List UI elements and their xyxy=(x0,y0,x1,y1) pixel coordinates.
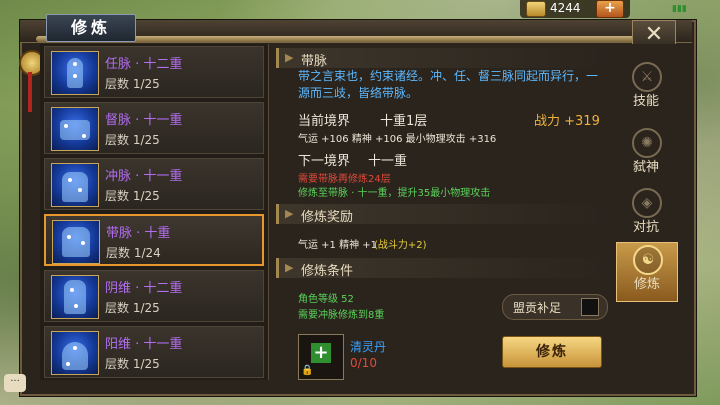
meridian-level: 层数 1/25 xyxy=(105,301,160,315)
tab-godslayer[interactable]: ✺ 弑神 xyxy=(616,126,676,184)
detail-panel: ▶ 带脉 带之言束也，约束诸经。冲、任、督三脉同起而异行，一源而三歧，皆络带脉。… xyxy=(272,44,610,380)
shield-icon: ◈ xyxy=(632,188,662,218)
meridian-du-icon xyxy=(51,107,99,151)
chevron-right-icon: ▶ xyxy=(285,51,294,64)
combat-power: 战力 +319 xyxy=(534,114,600,129)
meridian-item-chong[interactable]: 冲脉 · 十一重 层数 1/25 xyxy=(44,158,264,210)
current-stats: 气运 +106 精神 +106 最小物理攻击 +316 xyxy=(298,134,497,145)
chevron-right-icon: ▶ xyxy=(285,261,294,274)
sword-icon: ⚔ xyxy=(632,62,662,92)
tassel-decoration xyxy=(28,72,32,112)
add-currency-button[interactable]: + xyxy=(596,0,624,18)
supplement-checkbox[interactable] xyxy=(581,298,599,316)
seal-icon: ✺ xyxy=(632,128,662,158)
supplement-label: 盟贡补足 xyxy=(513,301,562,315)
reward-power: (战斗力+2) xyxy=(374,240,427,251)
meditation-icon: ☯ xyxy=(633,245,663,275)
meridian-item-dai[interactable]: 带脉 · 十重 层数 1/24 xyxy=(44,214,264,266)
item-count: 0/10 xyxy=(350,356,377,370)
gold-amount: 4244 xyxy=(550,1,581,15)
next-realm-label: 下一境界 xyxy=(298,154,351,169)
meridian-name: 冲脉 · 十一重 xyxy=(105,169,183,184)
meridian-ren-icon xyxy=(51,51,99,95)
chevron-right-icon: ▶ xyxy=(285,207,294,220)
item-slot[interactable]: + 🔒 xyxy=(298,334,344,380)
condition-requirement: 需要冲脉修炼到8重 xyxy=(298,310,385,321)
meridian-description: 带之言束也，约束诸经。冲、任、督三脉同起而异行，一源而三歧，皆络带脉。 xyxy=(298,69,599,100)
meridian-name: 督脉 · 十一重 xyxy=(105,113,183,128)
supplement-toggle[interactable]: 盟贡补足 xyxy=(502,294,608,320)
meridian-level: 层数 1/25 xyxy=(105,77,160,91)
gold-icon xyxy=(526,1,546,17)
tab-cultivate[interactable]: ☯ 修炼 xyxy=(616,242,678,302)
tab-skills[interactable]: ⚔ 技能 xyxy=(616,60,676,118)
reward-stats: 气运 +1 精神 +1 xyxy=(298,240,378,251)
next-realm-value: 十一重 xyxy=(368,154,408,169)
meridian-list: 任脉 · 十二重 层数 1/25 督脉 · 十一重 层数 1/25 冲脉 · 十… xyxy=(40,44,269,380)
meridian-yangwei-icon xyxy=(51,331,99,375)
tab-label: 对抗 xyxy=(632,220,659,235)
meridian-name: 阴维 · 十二重 xyxy=(105,281,183,296)
meridian-level: 层数 1/25 xyxy=(105,189,160,203)
section-title: 修炼条件 xyxy=(301,264,354,279)
meridian-level: 层数 1/25 xyxy=(105,357,160,371)
item-name[interactable]: 清灵丹 xyxy=(350,338,386,355)
add-item-icon: + xyxy=(311,343,331,363)
next-requirement: 需要带脉再修炼24层 xyxy=(298,174,391,185)
current-realm-value: 十重1层 xyxy=(380,114,428,129)
meridian-level: 层数 1/25 xyxy=(105,133,160,147)
page-title: 修炼 xyxy=(46,14,136,42)
tab-label: 弑神 xyxy=(632,160,659,175)
meridian-item-ren[interactable]: 任脉 · 十二重 层数 1/25 xyxy=(44,46,264,98)
meridian-name: 带脉 · 十重 xyxy=(106,226,171,241)
condition-level: 角色等级 52 xyxy=(298,294,354,305)
tab-resist[interactable]: ◈ 对抗 xyxy=(616,186,676,244)
meridian-item-yinwei[interactable]: 阴维 · 十二重 层数 1/25 xyxy=(44,270,264,322)
signal-icon: ▮▮▮ xyxy=(672,4,687,14)
meridian-item-yangwei[interactable]: 阳维 · 十一重 层数 1/25 xyxy=(44,326,264,378)
cultivate-button[interactable]: 修炼 xyxy=(502,336,602,368)
meridian-item-du[interactable]: 督脉 · 十一重 层数 1/25 xyxy=(44,102,264,154)
section-header-meridian: ▶ 带脉 xyxy=(276,48,609,69)
meridian-name: 阳维 · 十一重 xyxy=(105,337,183,352)
lock-icon: 🔒 xyxy=(301,365,314,376)
tab-label: 修炼 xyxy=(633,277,660,292)
next-bonus: 修炼至带脉 · 十一重，提升35最小物理攻击 xyxy=(298,188,491,199)
meridian-name: 任脉 · 十二重 xyxy=(105,57,183,72)
section-title: 修炼奖励 xyxy=(301,210,354,225)
meridian-chong-icon xyxy=(51,163,99,207)
section-header-condition: ▶ 修炼条件 xyxy=(276,258,609,279)
section-title: 带脉 xyxy=(301,54,328,69)
chat-icon[interactable]: ··· xyxy=(4,374,26,392)
section-header-reward: ▶ 修炼奖励 xyxy=(276,204,609,225)
right-tab-bar: ⚔ 技能 ✺ 弑神 ◈ 对抗 ☯ 修炼 xyxy=(612,44,682,380)
meridian-dai-icon xyxy=(52,220,100,264)
tab-label: 技能 xyxy=(632,94,659,109)
current-realm-label: 当前境界 xyxy=(298,114,351,129)
meridian-yinwei-icon xyxy=(51,275,99,319)
meridian-level: 层数 1/24 xyxy=(106,246,161,260)
